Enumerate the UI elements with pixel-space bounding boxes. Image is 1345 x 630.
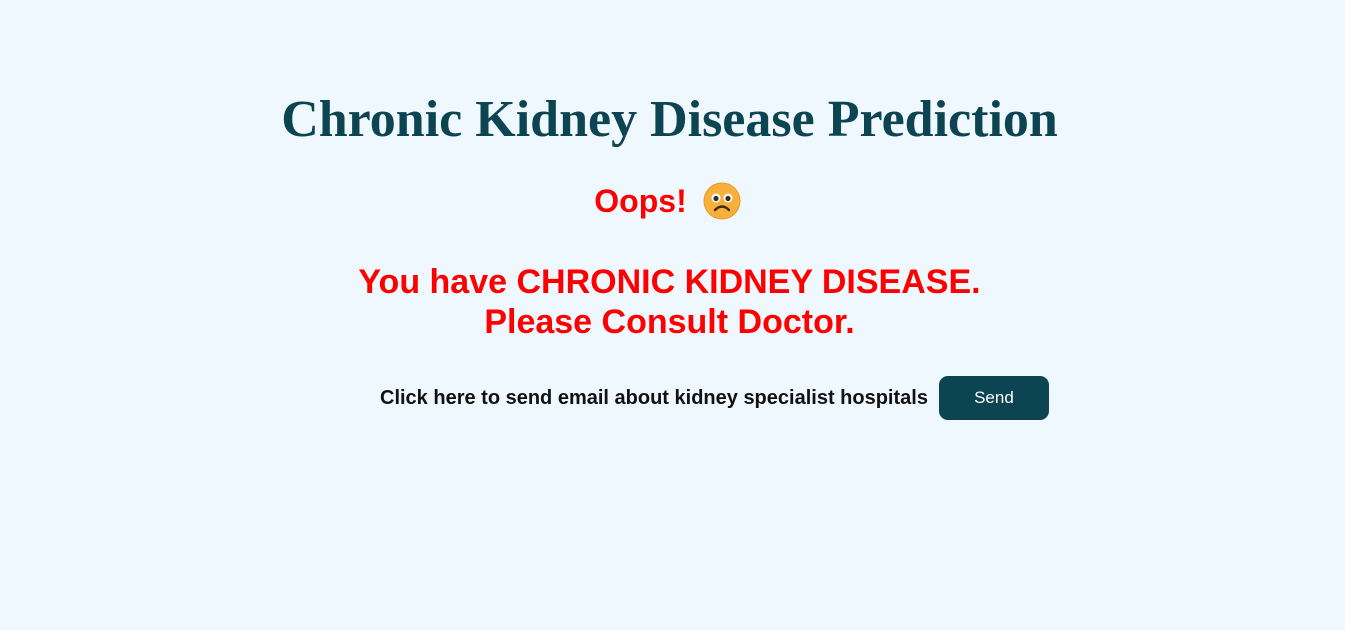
oops-row: Oops! — [0, 180, 1335, 222]
oops-text: Oops! — [594, 182, 687, 219]
page: Chronic Kidney Disease Prediction Oops! … — [0, 0, 1345, 630]
diagnosis-message: You have CHRONIC KIDNEY DISEASE. Please … — [0, 262, 1339, 342]
page-title: Chronic Kidney Disease Prediction — [281, 91, 1058, 148]
sad-face-icon — [703, 182, 741, 220]
email-label: Click here to send email about kidney sp… — [380, 386, 928, 409]
diagnosis-line: You have CHRONIC KIDNEY DISEASE. — [358, 263, 981, 301]
advice-line: Please Consult Doctor. — [484, 303, 855, 341]
email-row: Click here to send email about kidney sp… — [380, 376, 1049, 420]
send-button[interactable]: Send — [938, 376, 1049, 420]
